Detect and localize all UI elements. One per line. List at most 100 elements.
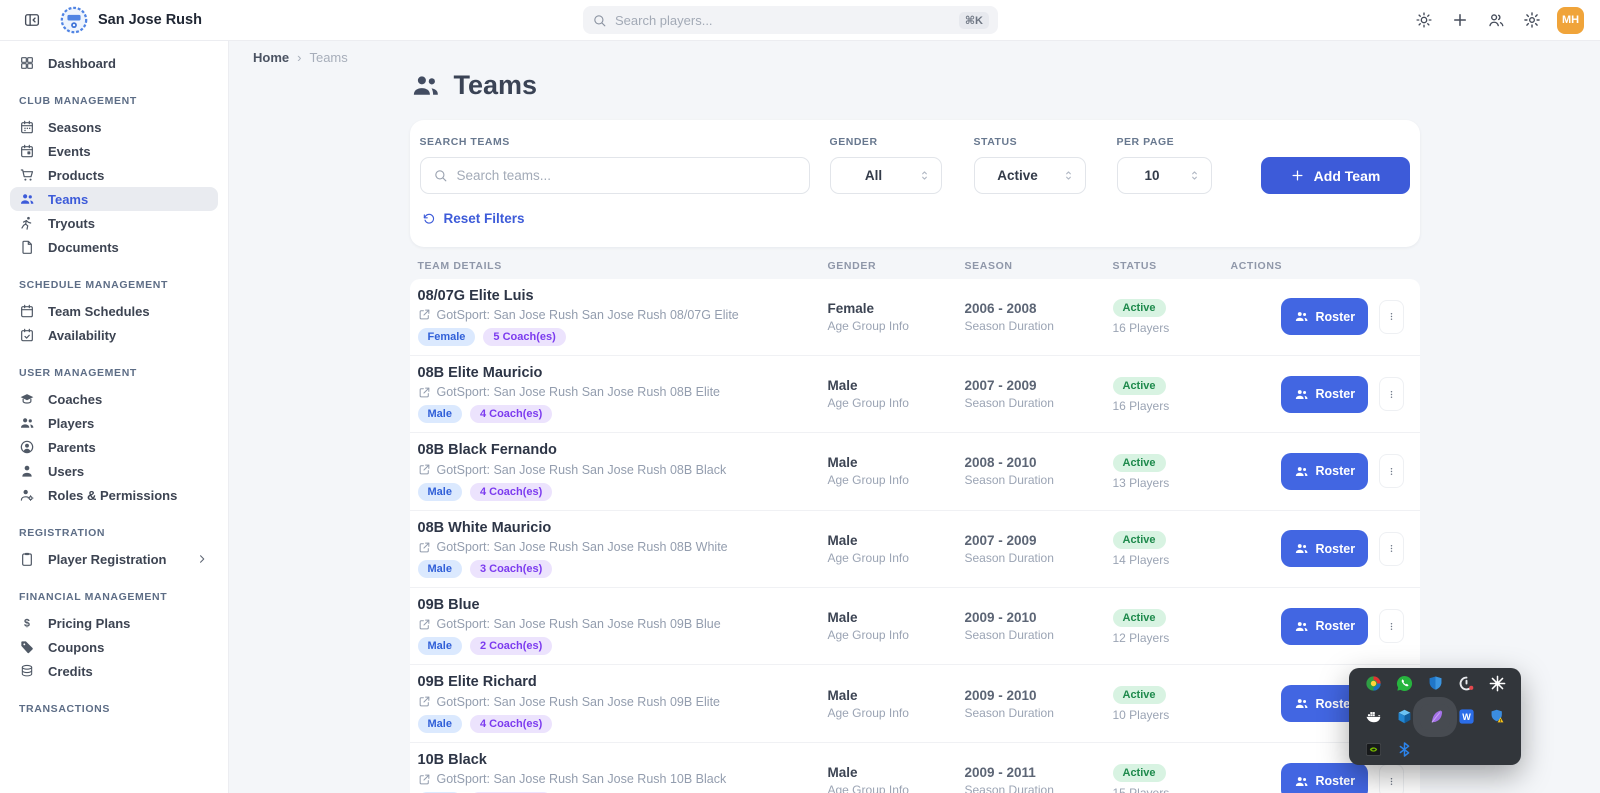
calendar-event-icon: [19, 143, 35, 159]
sun-icon: [1415, 11, 1433, 29]
roster-button[interactable]: Roster: [1281, 453, 1369, 490]
gotsport-link[interactable]: GotSport: San Jose Rush San Jose Rush 08…: [418, 463, 828, 477]
calendar-check-icon: [19, 327, 35, 343]
sidebar-item-label: Events: [48, 144, 91, 159]
gotsport-link[interactable]: GotSport: San Jose Rush San Jose Rush 08…: [418, 308, 828, 322]
per-page-select[interactable]: 10: [1117, 157, 1212, 194]
row-menu-button[interactable]: [1379, 377, 1404, 411]
gotsport-link[interactable]: GotSport: San Jose Rush San Jose Rush 09…: [418, 695, 828, 709]
sidebar-item-label: Users: [48, 464, 84, 479]
sidebar-item-events[interactable]: Events: [10, 139, 218, 163]
topbar-actions: MH: [1410, 6, 1584, 34]
season-cell: 2006 - 2008Season Duration: [965, 301, 1113, 333]
user-avatar[interactable]: MH: [1557, 7, 1584, 34]
roster-button[interactable]: Roster: [1281, 530, 1369, 567]
gender-select[interactable]: All: [830, 157, 942, 194]
gender-badge: Male: [418, 637, 462, 655]
sidebar-item-label: Dashboard: [48, 56, 116, 71]
gender-cell: MaleAge Group Info: [828, 688, 965, 720]
tray-security-shield-icon[interactable]: [1420, 671, 1450, 697]
gotsport-link[interactable]: GotSport: San Jose Rush San Jose Rush 09…: [418, 617, 828, 631]
tray-shield-warning-icon[interactable]: [1482, 704, 1512, 730]
season-value: 2009 - 2011: [965, 765, 1113, 780]
external-link-icon: [418, 618, 431, 631]
team-row: 09B BlueGotSport: San Jose Rush San Jose…: [410, 588, 1420, 665]
theme-toggle-button[interactable]: [1410, 6, 1438, 34]
tray-nvidia-icon[interactable]: [1358, 737, 1388, 763]
sidebar-item-documents[interactable]: Documents: [10, 235, 218, 259]
search-teams-input[interactable]: Search teams...: [420, 157, 810, 194]
gender-badge: Male: [418, 405, 462, 423]
gotsport-link[interactable]: GotSport: San Jose Rush San Jose Rush 10…: [418, 772, 828, 786]
status-badge: Active: [1113, 764, 1166, 782]
gender-badge: Female: [418, 328, 476, 346]
season-value: 2009 - 2010: [965, 610, 1113, 625]
sidebar-item-team-schedules[interactable]: Team Schedules: [10, 299, 218, 323]
sidebar-item-label: Coaches: [48, 392, 102, 407]
sidebar-collapse-button[interactable]: [18, 6, 46, 34]
coach-count-badge: 4 Coach(es): [470, 405, 552, 423]
tray-logitech-g-icon[interactable]: [1451, 671, 1481, 697]
sidebar-item-coaches[interactable]: Coaches: [10, 387, 218, 411]
tray-whatsapp-icon[interactable]: [1389, 671, 1419, 697]
add-team-button[interactable]: Add Team: [1261, 157, 1410, 194]
sidebar-item-credits[interactable]: Credits: [10, 659, 218, 683]
sidebar-item-users[interactable]: Users: [10, 459, 218, 483]
sidebar-item-dashboard[interactable]: Dashboard: [10, 51, 218, 75]
tray-starburst-icon[interactable]: [1482, 671, 1512, 697]
row-menu-button[interactable]: [1379, 300, 1404, 334]
gotsport-link[interactable]: GotSport: San Jose Rush San Jose Rush 08…: [418, 385, 828, 399]
tray-feather-icon[interactable]: [1420, 704, 1450, 730]
sidebar-item-products[interactable]: Products: [10, 163, 218, 187]
sidebar-section-label: CLUB MANAGEMENT: [19, 95, 209, 107]
users-icon: [1294, 696, 1309, 711]
gender-sublabel: Age Group Info: [828, 319, 965, 333]
coach-count-badge: 5 Coach(es): [483, 328, 565, 346]
gotsport-link-label: GotSport: San Jose Rush San Jose Rush 08…: [437, 308, 739, 322]
sidebar-item-player-registration[interactable]: Player Registration: [10, 547, 218, 571]
sidebar-item-label: Availability: [48, 328, 116, 343]
gender-cell: MaleAge Group Info: [828, 610, 965, 642]
tray-idm-icon[interactable]: [1358, 671, 1388, 697]
runner-icon: [19, 215, 35, 231]
sidebar-item-tryouts[interactable]: Tryouts: [10, 211, 218, 235]
users-button[interactable]: [1482, 6, 1510, 34]
tray-docker-icon[interactable]: [1358, 704, 1388, 730]
reset-filters-button[interactable]: Reset Filters: [420, 211, 525, 226]
tray-w-app-icon[interactable]: W: [1451, 704, 1481, 730]
roster-button[interactable]: Roster: [1281, 608, 1369, 645]
sidebar-item-label: Products: [48, 168, 104, 183]
gender-cell: FemaleAge Group Info: [828, 301, 965, 333]
tray-cube-icon[interactable]: [1389, 704, 1419, 730]
users-icon: [1294, 387, 1309, 402]
sidebar-item-parents[interactable]: Parents: [10, 435, 218, 459]
gotsport-link[interactable]: GotSport: San Jose Rush San Jose Rush 08…: [418, 540, 828, 554]
user-circle-icon: [19, 439, 35, 455]
row-menu-button[interactable]: [1379, 454, 1404, 488]
actions-cell: Roster: [1231, 453, 1420, 490]
settings-button[interactable]: [1518, 6, 1546, 34]
roster-button[interactable]: Roster: [1281, 376, 1369, 413]
per-page-select-value: 10: [1118, 168, 1187, 183]
sidebar-item-label: Players: [48, 416, 94, 431]
row-menu-button[interactable]: [1379, 609, 1404, 643]
sidebar-item-roles-and-permissions[interactable]: Roles & Permissions: [10, 483, 218, 507]
sidebar-item-players[interactable]: Players: [10, 411, 218, 435]
global-search-input[interactable]: Search players... ⌘K: [583, 6, 998, 34]
actions-cell: Roster: [1231, 530, 1420, 567]
sidebar-item-seasons[interactable]: Seasons: [10, 115, 218, 139]
sidebar-item-teams[interactable]: Teams: [10, 187, 218, 211]
sidebar-item-pricing-plans[interactable]: Pricing Plans: [10, 611, 218, 635]
roster-button[interactable]: Roster: [1281, 763, 1369, 793]
sidebar-item-coupons[interactable]: Coupons: [10, 635, 218, 659]
roster-button[interactable]: Roster: [1281, 298, 1369, 335]
quick-add-button[interactable]: [1446, 6, 1474, 34]
breadcrumb-home[interactable]: Home: [253, 50, 289, 65]
tray-bluetooth-icon[interactable]: [1389, 737, 1419, 763]
sidebar-item-availability[interactable]: Availability: [10, 323, 218, 347]
select-arrows-icon: [1061, 168, 1076, 183]
status-select[interactable]: Active: [974, 157, 1086, 194]
row-menu-button[interactable]: [1379, 764, 1404, 793]
row-menu-button[interactable]: [1379, 532, 1404, 566]
sidebar-item-label: Seasons: [48, 120, 101, 135]
